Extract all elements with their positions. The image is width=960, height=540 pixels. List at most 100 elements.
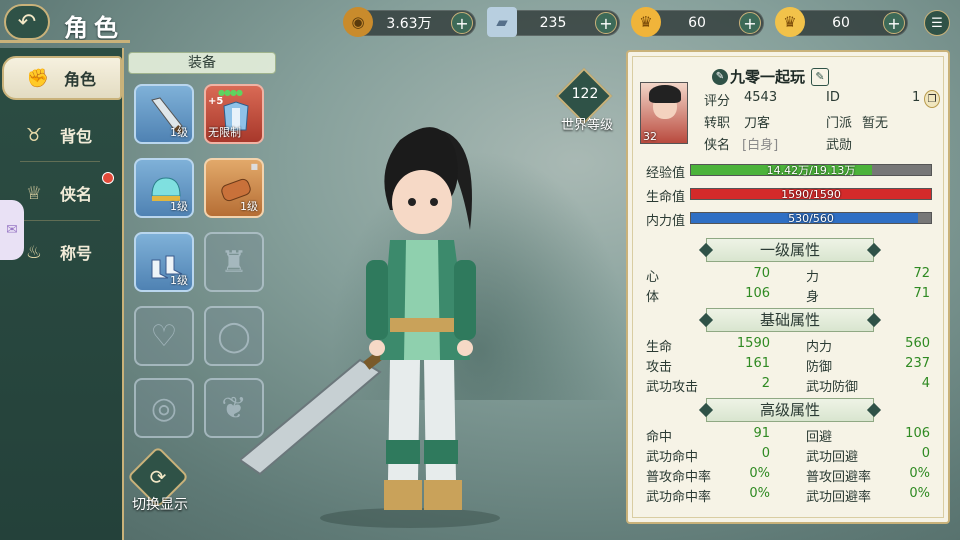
resource-silver: ▰ 235 + — [487, 7, 620, 37]
equip-slot-weapon[interactable]: 1级 — [134, 84, 194, 144]
page-title: 角色 — [64, 14, 124, 42]
stat-value: 161 — [745, 356, 770, 371]
avatar[interactable]: 32 — [640, 82, 688, 144]
exp-label: 经验值 — [646, 166, 686, 181]
sidebar-item-character[interactable]: ✊ 角色 — [2, 56, 122, 100]
add-silver-button[interactable]: + — [595, 12, 617, 34]
hp-label: 生命值 — [646, 190, 686, 205]
stat-value: 71 — [913, 286, 930, 301]
stat-value: 72 — [913, 266, 930, 281]
hp-bar: 1590/1590 — [690, 188, 932, 200]
stat-label: 防御 — [806, 360, 833, 375]
list-menu-icon: ☰ — [931, 15, 943, 31]
stat-label: 心 — [646, 270, 660, 285]
stat-value: 560 — [905, 336, 930, 351]
character-icon: ✊ — [26, 67, 50, 89]
bag-icon: ♉ — [25, 124, 43, 146]
sidebar-item-label: 角色 — [64, 70, 97, 89]
title-icon: ♨ — [25, 241, 43, 263]
resource-gold: ♛ 60 + — [631, 7, 764, 37]
resource-yuanbao: ♛ 60 + — [775, 7, 908, 37]
stat-label: 力 — [806, 270, 820, 285]
stat-label: 普攻命中率 — [646, 470, 712, 485]
resource-copper: ◉ 3.63万 + — [343, 7, 476, 37]
stat-value: 4 — [921, 376, 930, 391]
gold-ingot-icon: ♛ — [631, 7, 661, 37]
switch-display-label: 切换显示 — [132, 497, 188, 513]
add-yuanbao-button[interactable]: + — [883, 12, 905, 34]
sidebar-item-label: 称号 — [60, 244, 93, 263]
copy-id-icon[interactable]: ❐ — [924, 90, 940, 108]
sect-value: 暂无 — [862, 116, 889, 131]
sidebar: ✊ 角色 ♉ 背包 ♕ 侠名 ♨ 称号 — [0, 48, 124, 540]
equip-slot-empty-necklace[interactable]: ♡ — [134, 306, 194, 366]
silver-ingot-icon: ▰ — [487, 7, 517, 37]
stat-label: 武功命中 — [646, 450, 699, 465]
stat-value: 70 — [753, 266, 770, 281]
item-level: 1级 — [170, 126, 188, 139]
name-badge-icon: ✎ — [712, 68, 728, 85]
stat-value: 0% — [749, 466, 770, 481]
stat-label: 身 — [806, 290, 820, 305]
yuanbao-icon: ♛ — [775, 7, 805, 37]
stat-value: 237 — [905, 356, 930, 371]
equipment-header: 装备 — [128, 52, 276, 74]
xia-label: 侠名 — [704, 138, 731, 153]
stat-value: 91 — [753, 426, 770, 441]
stat-label: 武功回避率 — [806, 490, 872, 505]
add-gold-button[interactable]: + — [739, 12, 761, 34]
stat-label: 内力 — [806, 340, 833, 355]
stat-value: 0 — [921, 446, 930, 461]
stat-label: 回避 — [806, 430, 833, 445]
stat-label: 体 — [646, 290, 660, 305]
edit-name-icon[interactable]: ✎ — [811, 67, 830, 86]
stat-label: 武功命中率 — [646, 490, 712, 505]
equip-slot-empty-bracelet[interactable]: ◎ — [134, 378, 194, 438]
floating-side-tab[interactable]: ✉ — [0, 200, 24, 260]
sidebar-item-label: 侠名 — [60, 185, 93, 204]
id-value: 1 — [912, 90, 921, 105]
section-advanced-attributes: 高级属性 — [706, 398, 874, 422]
sidebar-divider — [20, 161, 100, 162]
exp-bar-text: 14.42万/19.13万 — [766, 164, 856, 177]
stat-label: 武功攻击 — [646, 380, 699, 395]
player-name: 九零一起玩 — [730, 68, 806, 86]
score-label: 评分 — [704, 94, 731, 109]
skill-label: 武勋 — [826, 138, 853, 153]
title-underline — [0, 40, 130, 43]
top-bar: ↶ 角色 ◉ 3.63万 + ▰ 235 + ♛ 60 + ♛ 60 + ☰ — [0, 0, 960, 46]
equip-slot-helmet[interactable]: 1级 — [134, 158, 194, 218]
character-model[interactable] — [240, 110, 570, 530]
stat-value: 106 — [745, 286, 770, 301]
score-value: 4543 — [744, 90, 778, 105]
fame-icon: ♕ — [25, 182, 43, 204]
sidebar-divider — [20, 220, 100, 221]
job-value: 刀客 — [744, 116, 771, 131]
mp-bar: 530/560 — [690, 212, 932, 224]
stat-value: 0% — [749, 486, 770, 501]
sidebar-item-label: 背包 — [60, 127, 93, 146]
job-label: 转职 — [704, 116, 731, 131]
equip-slot-boots[interactable]: 1级 — [134, 232, 194, 292]
stat-label: 命中 — [646, 430, 673, 445]
chat-icon: ✉ — [6, 222, 18, 238]
back-button[interactable]: ↶ — [4, 4, 50, 40]
id-label: ID — [826, 90, 840, 105]
mp-label: 内力值 — [646, 214, 686, 229]
section-primary-attributes: 一级属性 — [706, 238, 874, 262]
stat-value: 1590 — [736, 336, 770, 351]
player-name-row: ✎ 九零一起玩 ✎ — [712, 66, 830, 87]
copper-coin-icon: ◉ — [343, 7, 373, 37]
stat-value: 0 — [761, 446, 770, 461]
character-info-panel: 32 ✎ 九零一起玩 ✎ 评分 4543 ID 1 ❐ 转职 刀客 门派 暂无 … — [626, 50, 950, 524]
item-tag: 无限制 — [208, 126, 241, 139]
sect-label: 门派 — [826, 116, 853, 131]
sidebar-item-bag[interactable]: ♉ 背包 — [0, 114, 122, 156]
stat-label: 武功回避 — [806, 450, 859, 465]
avatar-hair — [649, 85, 681, 103]
hp-bar-text: 1590/1590 — [781, 188, 841, 201]
notification-dot — [102, 172, 114, 184]
add-copper-button[interactable]: + — [451, 12, 473, 34]
menu-button[interactable]: ☰ — [924, 10, 950, 36]
back-arrow-icon: ↶ — [17, 9, 37, 35]
